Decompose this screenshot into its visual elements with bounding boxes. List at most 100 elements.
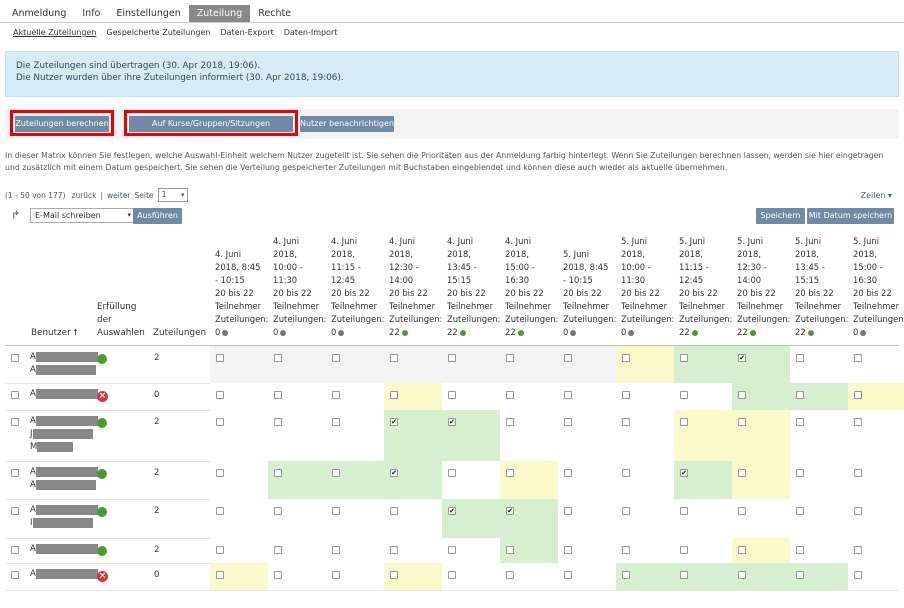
user-name[interactable]: A bbox=[30, 388, 98, 401]
allocation-checkbox[interactable] bbox=[390, 354, 398, 362]
allocation-checkbox[interactable] bbox=[796, 354, 804, 362]
allocation-checkbox[interactable] bbox=[854, 354, 862, 362]
user-name[interactable]: A bbox=[30, 568, 98, 581]
allocation-checkbox[interactable] bbox=[506, 418, 514, 426]
allocation-checkbox[interactable] bbox=[738, 469, 746, 477]
ausfuehren-button[interactable]: Ausführen bbox=[133, 208, 182, 224]
subnav-item-2[interactable]: Daten-Export bbox=[220, 28, 273, 37]
allocation-checkbox[interactable]: ✔ bbox=[390, 469, 398, 477]
allocation-checkbox[interactable] bbox=[216, 391, 224, 399]
allocation-checkbox[interactable] bbox=[506, 391, 514, 399]
allocation-checkbox[interactable] bbox=[622, 418, 630, 426]
zeilen-dropdown[interactable]: Zeilen ▾ bbox=[861, 191, 892, 200]
allocation-checkbox[interactable] bbox=[332, 546, 340, 554]
allocation-checkbox[interactable] bbox=[564, 418, 572, 426]
allocation-checkbox[interactable] bbox=[390, 391, 398, 399]
allocation-checkbox[interactable] bbox=[390, 571, 398, 579]
zuteilungen-berechnen-button[interactable]: Zuteilungen berechnen bbox=[15, 116, 109, 132]
allocation-checkbox[interactable]: ✔ bbox=[680, 469, 688, 477]
allocation-checkbox[interactable] bbox=[564, 507, 572, 515]
user-name[interactable]: AA bbox=[30, 351, 98, 377]
user-name[interactable]: A bbox=[30, 543, 98, 556]
allocation-checkbox[interactable] bbox=[216, 354, 224, 362]
allocation-checkbox[interactable] bbox=[854, 391, 862, 399]
tab-einstellungen[interactable]: Einstellungen bbox=[108, 5, 188, 23]
allocation-checkbox[interactable] bbox=[448, 391, 456, 399]
allocation-checkbox[interactable] bbox=[216, 418, 224, 426]
user-name[interactable]: AA bbox=[30, 466, 98, 492]
allocation-checkbox[interactable] bbox=[216, 571, 224, 579]
allocation-checkbox[interactable] bbox=[680, 418, 688, 426]
allocation-checkbox[interactable] bbox=[506, 469, 514, 477]
action-select[interactable]: E-Mail schreiben ▾ bbox=[30, 208, 135, 223]
allocation-checkbox[interactable] bbox=[854, 469, 862, 477]
allocation-checkbox[interactable] bbox=[564, 354, 572, 362]
column-header-benutzer[interactable]: Benutzer 🠕 bbox=[31, 327, 77, 340]
allocation-checkbox[interactable] bbox=[680, 571, 688, 579]
allocation-checkbox[interactable] bbox=[796, 418, 804, 426]
allocation-checkbox[interactable] bbox=[390, 546, 398, 554]
subnav-item-3[interactable]: Daten-Import bbox=[284, 28, 338, 37]
allocation-checkbox[interactable] bbox=[448, 546, 456, 554]
allocation-checkbox[interactable] bbox=[622, 354, 630, 362]
allocation-checkbox[interactable]: ✔ bbox=[738, 354, 746, 362]
allocation-checkbox[interactable] bbox=[622, 469, 630, 477]
allocation-checkbox[interactable] bbox=[738, 418, 746, 426]
allocation-checkbox[interactable] bbox=[332, 391, 340, 399]
allocation-checkbox[interactable] bbox=[738, 391, 746, 399]
allocation-checkbox[interactable] bbox=[274, 571, 282, 579]
allocation-checkbox[interactable] bbox=[390, 507, 398, 515]
allocation-checkbox[interactable] bbox=[564, 469, 572, 477]
tab-zuteilung[interactable]: Zuteilung bbox=[188, 5, 251, 23]
user-name[interactable]: AJM bbox=[30, 415, 98, 454]
row-select-checkbox[interactable] bbox=[11, 391, 19, 399]
allocation-checkbox[interactable]: ✔ bbox=[506, 507, 514, 515]
allocation-checkbox[interactable] bbox=[680, 507, 688, 515]
pager-back-link[interactable]: zurück bbox=[72, 191, 97, 200]
subnav-item-0[interactable]: Aktuelle Zuteilungen bbox=[13, 28, 96, 37]
allocation-checkbox[interactable] bbox=[622, 507, 630, 515]
allocation-checkbox[interactable]: ✔ bbox=[390, 418, 398, 426]
allocation-checkbox[interactable] bbox=[564, 571, 572, 579]
allocation-checkbox[interactable] bbox=[216, 546, 224, 554]
allocation-checkbox[interactable] bbox=[854, 418, 862, 426]
allocation-checkbox[interactable] bbox=[506, 354, 514, 362]
allocation-checkbox[interactable] bbox=[332, 507, 340, 515]
allocation-checkbox[interactable] bbox=[274, 391, 282, 399]
allocation-checkbox[interactable] bbox=[216, 469, 224, 477]
page-select[interactable]: 1 ▾ bbox=[157, 188, 188, 202]
pager-next-link[interactable]: weiter bbox=[107, 191, 130, 200]
speichern-button[interactable]: Speichern bbox=[756, 208, 805, 224]
allocation-checkbox[interactable] bbox=[332, 354, 340, 362]
allocation-checkbox[interactable] bbox=[738, 571, 746, 579]
allocation-checkbox[interactable] bbox=[738, 546, 746, 554]
row-select-checkbox[interactable] bbox=[11, 571, 19, 579]
allocation-checkbox[interactable] bbox=[796, 391, 804, 399]
allocation-checkbox[interactable] bbox=[796, 546, 804, 554]
uebertragen-button[interactable]: Auf Kurse/Gruppen/Sitzungen übertragen bbox=[129, 116, 293, 144]
allocation-checkbox[interactable]: ✔ bbox=[448, 507, 456, 515]
allocation-checkbox[interactable] bbox=[332, 571, 340, 579]
allocation-checkbox[interactable] bbox=[680, 354, 688, 362]
allocation-checkbox[interactable] bbox=[274, 469, 282, 477]
allocation-checkbox[interactable] bbox=[332, 418, 340, 426]
allocation-checkbox[interactable] bbox=[738, 507, 746, 515]
allocation-checkbox[interactable] bbox=[622, 546, 630, 554]
allocation-checkbox[interactable] bbox=[622, 391, 630, 399]
allocation-checkbox[interactable] bbox=[506, 571, 514, 579]
allocation-checkbox[interactable] bbox=[506, 546, 514, 554]
allocation-checkbox[interactable] bbox=[854, 571, 862, 579]
allocation-checkbox[interactable] bbox=[274, 546, 282, 554]
allocation-checkbox[interactable] bbox=[216, 507, 224, 515]
mit-datum-speichern-button[interactable]: Mit Datum speichern bbox=[807, 208, 894, 224]
allocation-checkbox[interactable] bbox=[796, 507, 804, 515]
allocation-checkbox[interactable] bbox=[332, 469, 340, 477]
tab-anmeldung[interactable]: Anmeldung bbox=[4, 5, 74, 23]
allocation-checkbox[interactable] bbox=[448, 571, 456, 579]
allocation-checkbox[interactable] bbox=[448, 354, 456, 362]
allocation-checkbox[interactable] bbox=[274, 354, 282, 362]
allocation-checkbox[interactable] bbox=[796, 571, 804, 579]
allocation-checkbox[interactable] bbox=[854, 507, 862, 515]
row-select-checkbox[interactable] bbox=[11, 469, 19, 477]
tab-rechte[interactable]: Rechte bbox=[250, 5, 299, 23]
